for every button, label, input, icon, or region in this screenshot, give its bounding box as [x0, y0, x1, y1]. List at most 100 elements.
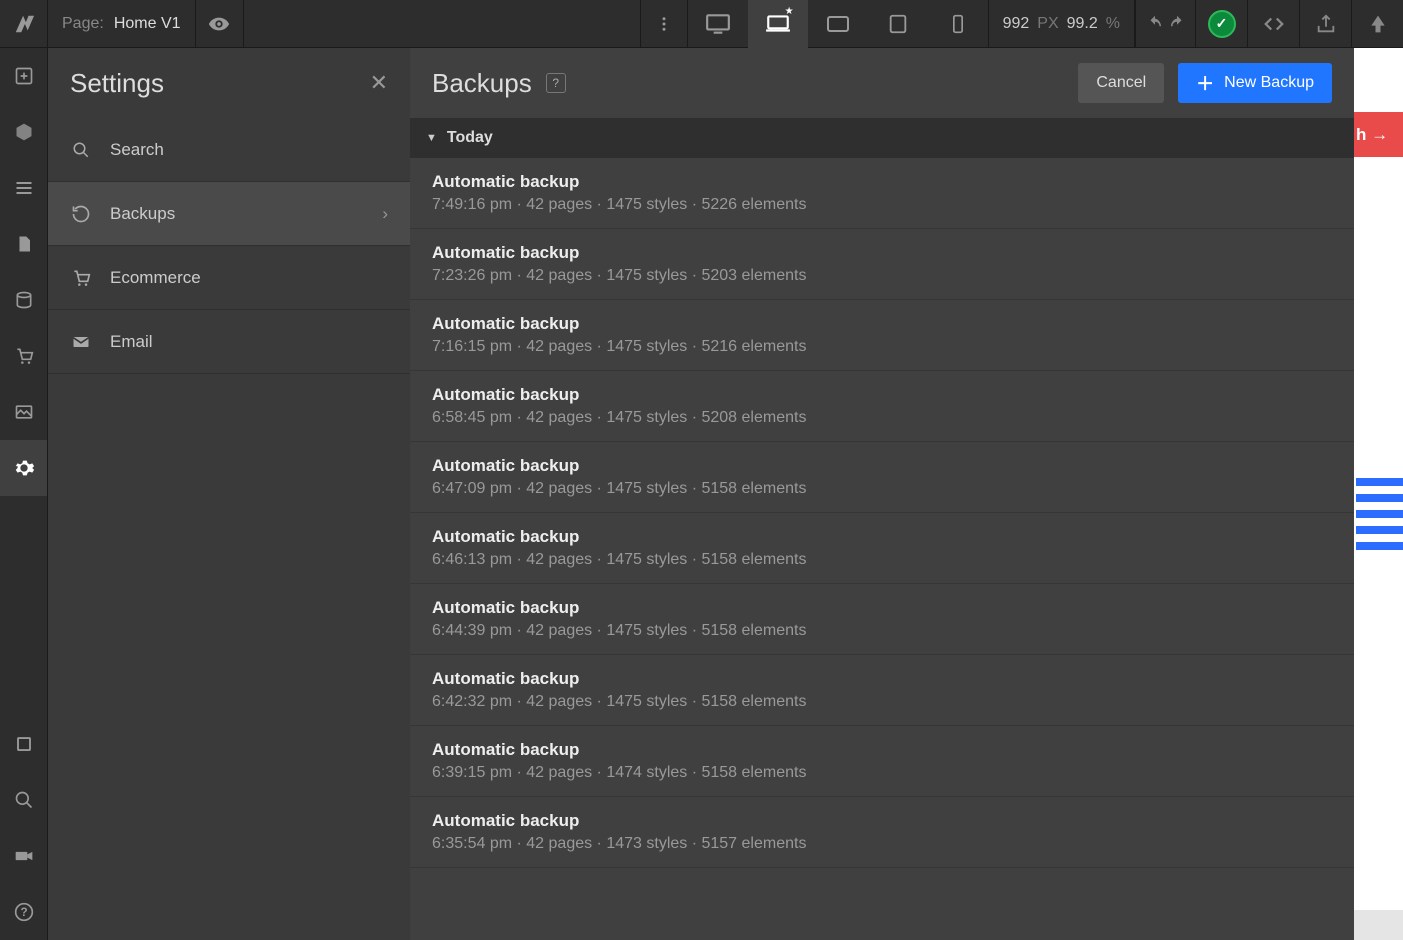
canvas-line [1356, 478, 1403, 486]
backup-row[interactable]: Automatic backup6:42:32 pm · 42 pages · … [410, 655, 1354, 726]
backup-row[interactable]: Automatic backup 6:35:54 pm · 42 pages · … [410, 797, 1354, 868]
export-button[interactable] [1299, 0, 1351, 48]
backup-row-meta: 6:58:45 pm · 42 pages · 1475 styles · 52… [432, 409, 1332, 427]
main-panel: Backups ? Cancel ＋ New Backup ▼ Today Au… [410, 48, 1354, 940]
backup-row[interactable]: Automatic backup6:46:13 pm · 42 pages · … [410, 513, 1354, 584]
rail-assets-icon[interactable] [0, 384, 47, 440]
group-label: Today [447, 129, 493, 147]
status-check-button[interactable]: ✓ [1195, 0, 1247, 48]
more-menu-icon[interactable] [640, 0, 688, 48]
search-icon [70, 141, 92, 159]
canvas-size-display[interactable]: 992 PX 99.2 % [988, 0, 1135, 47]
sidebar-item-label: Backups [110, 204, 175, 224]
sidebar-item-label: Search [110, 140, 164, 160]
sidebar-item-search[interactable]: Search [48, 118, 410, 182]
backup-icon [70, 204, 92, 224]
rail-ecommerce-icon[interactable] [0, 328, 47, 384]
backup-list[interactable]: Automatic backup 7:49:16 pm · 42 pages · … [410, 158, 1354, 940]
device-laptop-icon[interactable]: ★ [748, 0, 808, 48]
rail-gap [0, 496, 47, 716]
backup-row[interactable]: Automatic backup7:49:16 pm · 42 pages · … [410, 158, 1354, 229]
rail-help-icon[interactable]: ? [0, 884, 47, 940]
rail-video-icon[interactable] [0, 828, 47, 884]
backup-row[interactable]: Automatic backup6:39:15 pm · 42 pages · … [410, 726, 1354, 797]
canvas-red-text: h → [1356, 125, 1388, 145]
backup-row[interactable]: Automatic backup7:23:26 pm · 42 pages · … [410, 229, 1354, 300]
sidebar-item-backups[interactable]: Backups › [48, 182, 410, 246]
svg-text:?: ? [20, 906, 27, 919]
page-name: Home V1 [114, 15, 181, 33]
sidebar-item-label: Email [110, 332, 153, 352]
main-title: Backups [432, 68, 532, 99]
rail-add-icon[interactable] [0, 48, 47, 104]
backup-row[interactable]: Automatic backup 6:47:09 pm · 42 pages · … [410, 442, 1354, 513]
backup-row-meta: 7:16:15 pm · 42 pages · 1475 styles · 52… [432, 338, 1332, 356]
canvas-width: 992 [1003, 15, 1030, 33]
backup-row[interactable]: Automatic backup7:16:15 pm · 42 pages · … [410, 300, 1354, 371]
new-backup-label: New Backup [1224, 74, 1314, 92]
publish-button[interactable] [1351, 0, 1403, 48]
main-header: Backups ? Cancel ＋ New Backup [410, 48, 1354, 118]
new-backup-button[interactable]: ＋ New Backup [1178, 63, 1332, 103]
backup-row-meta: 6:39:15 pm · 42 pages · 1474 styles · 51… [432, 764, 1332, 782]
check-icon: ✓ [1208, 10, 1236, 38]
cart-icon [70, 268, 92, 288]
canvas-blue-lines [1354, 478, 1403, 558]
canvas-line [1356, 510, 1403, 518]
sidebar-item-label: Ecommerce [110, 268, 201, 288]
cancel-button[interactable]: Cancel [1078, 63, 1164, 103]
rail-audit-icon[interactable] [0, 716, 47, 772]
canvas-gray-block [1354, 910, 1403, 940]
plus-icon: ＋ [1196, 70, 1214, 96]
device-tablet-portrait-icon[interactable] [868, 0, 928, 48]
backup-row-meta: 6:46:13 pm · 42 pages · 1475 styles · 51… [432, 551, 1332, 569]
canvas-line [1356, 494, 1403, 502]
help-icon[interactable]: ? [546, 73, 566, 93]
device-tablet-landscape-icon[interactable] [808, 0, 868, 48]
sidebar-item-email[interactable]: Email [48, 310, 410, 374]
rail-search-icon[interactable] [0, 772, 47, 828]
undo-redo-group [1135, 0, 1195, 48]
caret-down-icon: ▼ [426, 132, 437, 144]
settings-sidebar: Settings ✕ Search Backups › Ecommerce [48, 48, 410, 940]
code-button[interactable] [1247, 0, 1299, 48]
rail-settings-icon[interactable] [0, 440, 47, 496]
rail-navigator-icon[interactable] [0, 160, 47, 216]
rail-cms-icon[interactable] [0, 272, 47, 328]
canvas-line [1356, 526, 1403, 534]
backup-row-title: Automatic backup [432, 811, 1332, 831]
topbar-right: ✓ [1135, 0, 1403, 47]
device-switcher: ★ [688, 0, 988, 47]
backup-row-title: Automatic backup [432, 385, 1332, 405]
backup-row-meta: 6:47:09 pm · 42 pages · 1475 styles · 51… [432, 480, 1332, 498]
backup-row-title: Automatic backup [432, 456, 1332, 476]
redo-icon[interactable] [1168, 15, 1186, 33]
backup-row-meta: 7:49:16 pm · 42 pages · 1475 styles · 52… [432, 196, 1332, 214]
canvas-preview-strip: h → [1354, 48, 1403, 940]
webflow-logo-icon[interactable] [0, 0, 48, 48]
rail-symbols-icon[interactable] [0, 104, 47, 160]
sidebar-list: Search Backups › Ecommerce Email [48, 118, 410, 374]
left-rail: ? [0, 48, 48, 940]
preview-button[interactable] [196, 0, 244, 48]
sidebar-item-ecommerce[interactable]: Ecommerce [48, 246, 410, 310]
backup-row-title: Automatic backup [432, 243, 1332, 263]
close-icon[interactable]: ✕ [370, 70, 388, 96]
app-root: Page: Home V1 ★ [0, 0, 1403, 940]
topbar: Page: Home V1 ★ [0, 0, 1403, 48]
chevron-right-icon: › [382, 204, 388, 224]
rail-pages-icon[interactable] [0, 216, 47, 272]
backup-row-meta: 6:35:54 pm · 42 pages · 1473 styles · 51… [432, 835, 1332, 853]
canvas-red-banner: h → [1354, 112, 1403, 157]
device-phone-icon[interactable] [928, 0, 988, 48]
topbar-left: Page: Home V1 [0, 0, 244, 47]
device-desktop-icon[interactable] [688, 0, 748, 48]
group-header-today[interactable]: ▼ Today [410, 118, 1354, 158]
star-badge-icon: ★ [785, 6, 794, 17]
backup-row[interactable]: Automatic backup 6:58:45 pm · 42 pages · … [410, 371, 1354, 442]
body-layout: ? Settings ✕ Search Backups › [0, 48, 1403, 940]
undo-icon[interactable] [1146, 15, 1164, 33]
page-selector[interactable]: Page: Home V1 [48, 0, 196, 47]
backup-row[interactable]: Automatic backup6:44:39 pm · 42 pages · … [410, 584, 1354, 655]
canvas-line [1356, 542, 1403, 550]
